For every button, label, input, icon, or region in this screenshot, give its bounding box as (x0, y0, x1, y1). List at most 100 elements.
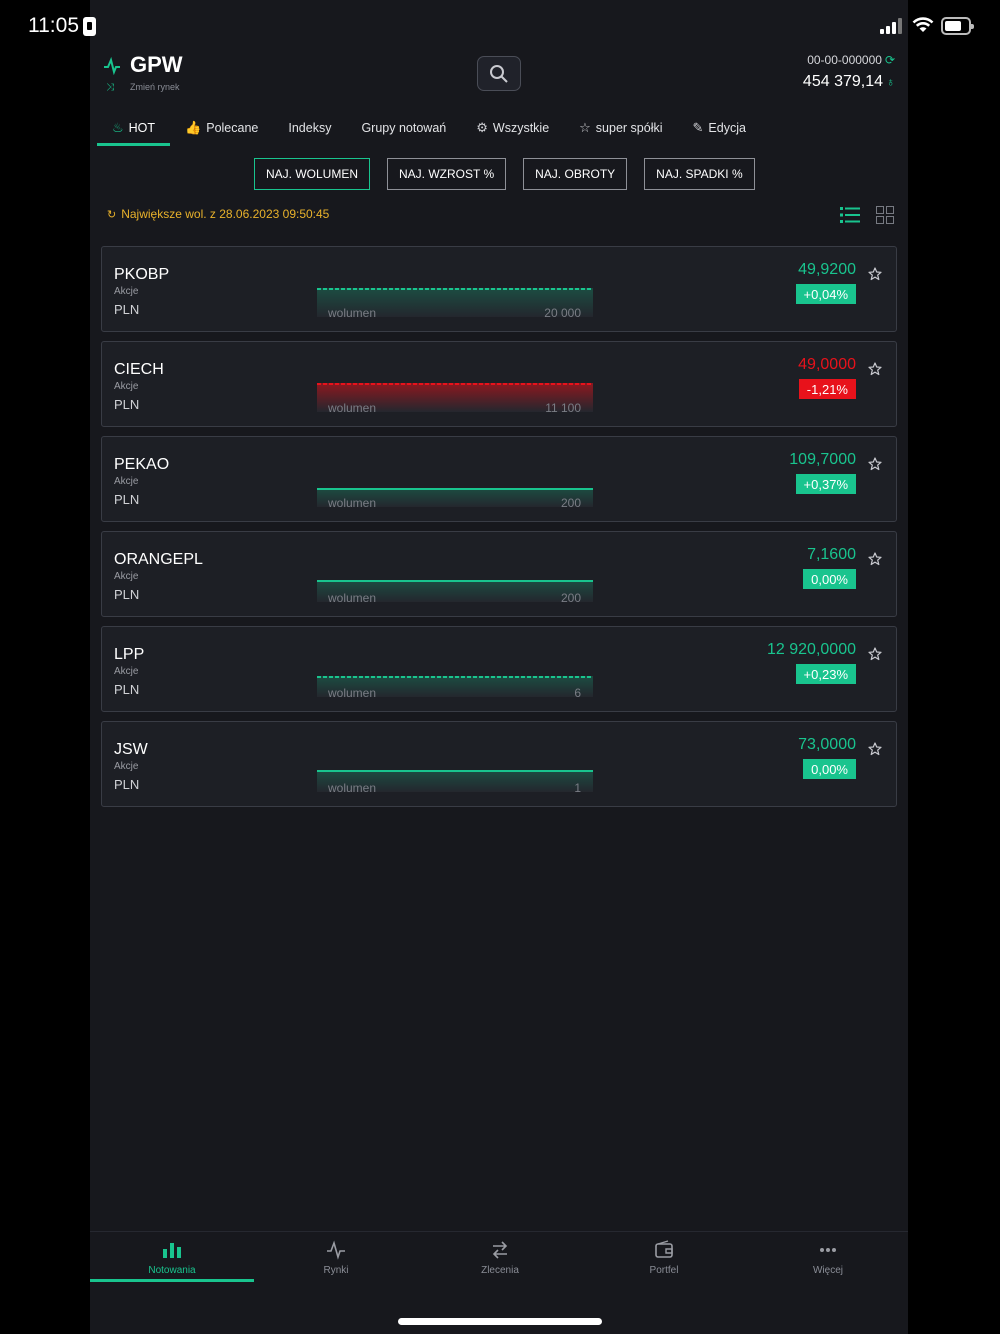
updated-text: Największe wol. z 28.06.2023 09:50:45 (121, 207, 330, 221)
tab-label: Edycja (708, 121, 746, 135)
pulse-icon (327, 1240, 345, 1260)
filter-button[interactable]: NAJ. OBROTY (523, 158, 628, 190)
refresh-icon[interactable]: ⟳ (885, 53, 895, 67)
nav-item-zlecenia[interactable]: Zlecenia (418, 1232, 582, 1282)
grid-view-icon[interactable] (876, 206, 894, 224)
stock-symbol: CIECH (114, 361, 164, 378)
battery-icon (941, 17, 974, 35)
tab-super-spółki[interactable]: ☆ super spółki (564, 110, 677, 146)
stock-row[interactable]: JSW Akcje PLN wolumen 1 73,0000 0,00% (101, 721, 897, 807)
tab-polecane[interactable]: 👍 Polecane (170, 110, 273, 146)
refresh-icon: ↻ (107, 209, 117, 221)
money-bag-icon: ♁ (886, 75, 895, 89)
stock-type: Akcje (114, 286, 139, 297)
stock-type: Akcje (114, 476, 139, 487)
volume-label: wolumen (328, 306, 377, 320)
stock-symbol: PKOBP (114, 266, 170, 283)
stock-row[interactable]: LPP Akcje PLN wolumen 6 12 920,0000 +0,2… (101, 626, 897, 712)
tab-hot[interactable]: ♨ HOT (97, 110, 171, 146)
volume-label: wolumen (328, 591, 377, 605)
nav-label: Rynki (323, 1265, 349, 1276)
filter-button[interactable]: NAJ. SPADKI % (644, 158, 755, 190)
nav-item-notowania[interactable]: Notowania (90, 1232, 254, 1282)
star-icon[interactable] (868, 742, 882, 756)
stock-row[interactable]: ORANGEPL Akcje PLN wolumen 200 7,1600 0,… (101, 531, 897, 617)
stock-type: Akcje (114, 761, 139, 772)
stock-list: PKOBP Akcje PLN wolumen 20 000 49,9200 +… (101, 246, 897, 816)
tab-bar: ♨ HOT 👍 Polecane Indeksy Grupy notowań ⚙ Wszyst… (97, 110, 761, 146)
pulse-icon (104, 57, 120, 75)
stock-price: 109,7000 (789, 451, 856, 468)
change-badge: 0,00% (803, 759, 856, 779)
wifi-icon (912, 17, 934, 32)
star-icon[interactable] (868, 362, 882, 376)
stock-symbol: ORANGEPL (114, 551, 203, 568)
filter-buttons: NAJ. WOLUMEN NAJ. WZROST % NAJ. OBROTY NAJ.… (254, 158, 755, 190)
nav-item-portfel[interactable]: Portfel (582, 1232, 746, 1282)
edit-user-icon: ✎ (692, 120, 704, 135)
star-icon[interactable] (868, 457, 882, 471)
nav-label: Więcej (812, 1265, 843, 1276)
thumbs-up-icon: 👍 (185, 120, 202, 135)
change-badge: -1,21% (798, 379, 856, 399)
tab-grupy-notowań[interactable]: Grupy notowań (346, 110, 461, 146)
tab-label: Polecane (206, 121, 259, 135)
nav-item-rynki[interactable]: Rynki (254, 1232, 418, 1282)
star-icon[interactable] (868, 647, 882, 661)
account-summary[interactable]: 00-00-000000 ⟳ 454 379,14 ♁ (803, 53, 895, 94)
stock-row[interactable]: PKOBP Akcje PLN wolumen 20 000 49,9200 +… (101, 246, 897, 332)
stock-type: Akcje (114, 571, 139, 582)
stock-symbol: JSW (114, 741, 148, 758)
volume-value: 11 100 (545, 401, 581, 415)
volume-value: 200 (560, 591, 581, 605)
filter-button[interactable]: NAJ. WZROST % (387, 158, 507, 190)
stock-price: 7,1600 (807, 546, 856, 563)
stock-currency: PLN (114, 492, 140, 507)
tab-wszystkie[interactable]: ⚙ Wszystkie (461, 110, 564, 146)
updated-info: ↻ Największe wol. z 28.06.2023 09:50:45 (107, 207, 329, 221)
more-dots-icon (820, 1248, 836, 1252)
volume-value: 200 (560, 496, 581, 510)
stock-currency: PLN (114, 777, 140, 792)
tab-indeksy[interactable]: Indeksy (273, 110, 346, 146)
volume-value: 6 (574, 686, 581, 700)
nav-label: Zlecenia (481, 1265, 519, 1276)
tab-label: Wszystkie (492, 121, 550, 135)
cellular-signal-icon (880, 18, 902, 34)
star-icon: ☆ (579, 120, 591, 135)
stock-currency: PLN (114, 682, 140, 697)
nav-label: Portfel (649, 1265, 679, 1276)
stock-currency: PLN (114, 397, 140, 412)
stock-price: 12 920,0000 (767, 641, 856, 658)
list-view-icon[interactable] (840, 206, 860, 224)
volume-label: wolumen (328, 781, 377, 795)
stock-row[interactable]: PEKAO Akcje PLN wolumen 200 109,7000 +0,… (101, 436, 897, 522)
tab-label: super spółki (595, 121, 663, 135)
change-market-label: Zmień rynek (130, 82, 180, 92)
stock-currency: PLN (114, 302, 140, 317)
home-indicator (398, 1318, 602, 1325)
star-icon[interactable] (868, 552, 882, 566)
change-badge: 0,00% (803, 569, 856, 589)
stock-price: 73,0000 (798, 736, 856, 753)
nav-item-więcej[interactable]: Więcej (746, 1232, 910, 1282)
tab-edycja[interactable]: ✎ Edycja (678, 110, 761, 146)
bar-chart-icon (163, 1243, 181, 1258)
stock-symbol: LPP (114, 646, 145, 663)
wallet-icon (655, 1240, 673, 1258)
star-icon[interactable] (868, 267, 882, 281)
tab-label: HOT (128, 121, 156, 135)
transfer-arrows-icon (492, 1241, 508, 1259)
stock-price: 49,9200 (798, 261, 856, 278)
search-icon (490, 65, 508, 83)
filter-button[interactable]: NAJ. WOLUMEN (254, 158, 371, 190)
stock-type: Akcje (114, 666, 139, 677)
shuffle-icon: ⤨ (106, 82, 114, 93)
account-number: 00-00-000000 (807, 53, 882, 67)
stock-currency: PLN (114, 587, 140, 602)
nav-label: Notowania (148, 1265, 196, 1276)
search-button[interactable] (477, 56, 521, 91)
gear-icon: ⚙ (476, 120, 488, 135)
stock-row[interactable]: CIECH Akcje PLN wolumen 11 100 49,0000 -… (101, 341, 897, 427)
account-balance: 454 379,14 (802, 73, 883, 90)
